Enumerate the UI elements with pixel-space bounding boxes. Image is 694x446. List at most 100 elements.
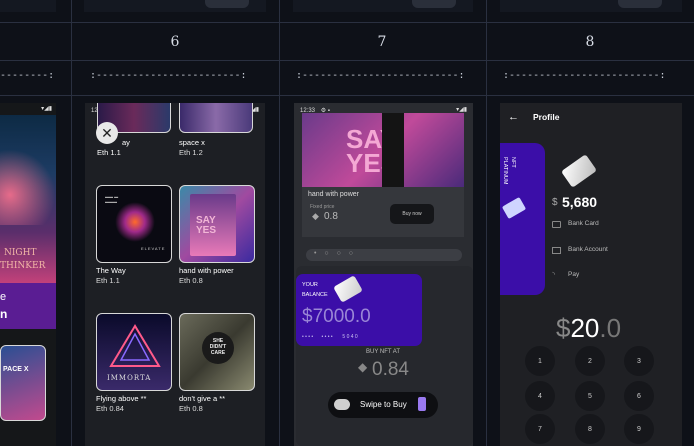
amount-decimal: .0 xyxy=(599,313,622,343)
search-dots: • ○ ○ ○ xyxy=(314,250,356,257)
nft-price: Eth 0.8 xyxy=(179,404,203,413)
menu-label: Bank Card xyxy=(568,220,599,227)
alignment-row: :--------------------------: xyxy=(296,70,465,81)
nft-thumb[interactable] xyxy=(179,103,253,133)
column-divider xyxy=(71,0,72,446)
screen-7: 12:33 ⚙ ▪ ▾◢▮ SAY YES hand with power Fi… xyxy=(294,103,473,446)
back-arrow-icon[interactable]: ← xyxy=(508,111,519,123)
keypad-key[interactable]: 5 xyxy=(575,381,605,411)
status-icons: ⚙ ▪ xyxy=(320,108,330,114)
nft-title: hand with power xyxy=(179,266,234,275)
status-bar: 12:33 ⚙ ▪ ▾◢▮ xyxy=(294,103,473,117)
keypad-key[interactable]: 9 xyxy=(624,414,654,444)
profile-balance: 5,680 xyxy=(562,194,598,210)
alignment-row: --------: xyxy=(0,70,55,81)
swipe-to-buy-button[interactable]: Swipe to Buy xyxy=(328,392,438,418)
banner-text: e xyxy=(0,291,7,303)
fixed-price-label: Fixed price xyxy=(310,204,335,210)
keypad-key[interactable]: 6 xyxy=(624,381,654,411)
keypad-key[interactable]: 2 xyxy=(575,346,605,376)
nav-pill xyxy=(412,0,456,8)
product-price: 0.8 xyxy=(324,211,338,222)
nft-card-hand-with-power[interactable]: SAY YES xyxy=(179,185,255,263)
card-label: NFT xyxy=(510,157,516,168)
nft-title: Eth 1.1 xyxy=(97,148,121,157)
poster-text-2: THINKER xyxy=(0,261,46,271)
amount-display: $20.0 xyxy=(556,313,656,344)
keypad-key[interactable]: 3 xyxy=(624,346,654,376)
column-divider xyxy=(279,0,280,446)
row-divider xyxy=(0,22,694,23)
nft-card-the-way[interactable]: ▬▬ ▬ ▬▬▬ ELEVATE xyxy=(96,185,172,263)
thumb-text: PACE X xyxy=(3,366,29,373)
dollar-sign: $ xyxy=(552,197,558,208)
banner[interactable]: e n xyxy=(0,283,56,329)
art-caption: ELEVATE xyxy=(141,246,166,251)
swipe-label: Swipe to Buy xyxy=(360,400,407,409)
card-number: • • • • • • • • 5 0 4 0 xyxy=(302,334,358,340)
hand-card-icon xyxy=(501,196,527,220)
card-icon xyxy=(552,221,561,228)
screen-6: 12:34 ⚙ ▪ ▾◢▮ ✕ Eth 1.1 space x Eth 1.2 … xyxy=(85,103,265,446)
balance-label: BALANCE xyxy=(302,292,328,298)
screen-5: ▾◢▮ NIGHT THINKER e n PACE X xyxy=(0,103,56,446)
nav-pill xyxy=(618,0,662,8)
nft-card-dont-give[interactable]: SHE DIDN'T CARE xyxy=(179,313,255,391)
profile-card-image xyxy=(560,154,598,188)
art-caption: SHE DIDN'T CARE xyxy=(209,338,227,356)
eth-label-partial: ay xyxy=(122,138,130,147)
card-label: PLATINUM xyxy=(502,157,508,185)
nft-price: Eth 0.84 xyxy=(96,404,124,413)
menu-item-pay[interactable]: ◝ Pay xyxy=(550,270,670,284)
close-button[interactable]: ✕ xyxy=(96,122,118,144)
nft-price: Eth 1.1 xyxy=(96,276,120,285)
banner-text: n xyxy=(0,307,8,321)
eth-icon: ◆ xyxy=(312,211,319,221)
product-title: hand with power xyxy=(308,191,359,198)
nft-title: The Way xyxy=(96,266,126,275)
hand-card-icon xyxy=(333,275,363,303)
status-time: 12:33 xyxy=(300,108,316,114)
status-right-icons: ▾◢▮ xyxy=(456,107,467,113)
menu-item-bank-card[interactable]: Bank Card xyxy=(550,219,670,233)
nft-title: don't give a ** xyxy=(179,394,226,403)
nft-price: Eth 0.8 xyxy=(179,276,203,285)
keypad-key[interactable]: 7 xyxy=(525,414,555,444)
thumbnail-card[interactable]: PACE X xyxy=(0,345,46,421)
nft-card-flying-above[interactable]: IMMORTA xyxy=(96,313,172,391)
nav-pill xyxy=(205,0,249,8)
nft-title: Flying above ** xyxy=(96,394,147,403)
balance-card[interactable]: YOUR BALANCE $7000.0 • • • • • • • • 5 0… xyxy=(296,274,422,346)
phone-icon xyxy=(418,397,426,411)
keypad-key[interactable]: 1 xyxy=(525,346,555,376)
bottom-sheet: YOUR BALANCE $7000.0 • • • • • • • • 5 0… xyxy=(296,266,473,446)
keypad-key[interactable]: 8 xyxy=(575,414,605,444)
poster-text-1: NIGHT xyxy=(4,248,37,258)
close-icon: ✕ xyxy=(101,124,113,141)
row-divider xyxy=(0,60,694,61)
column-divider xyxy=(486,0,487,446)
cloud-icon xyxy=(334,399,350,410)
eth-icon: ◆ xyxy=(358,360,368,374)
art-caption: IMMORTA xyxy=(107,374,152,382)
prev-row-strip xyxy=(0,0,56,12)
search-field[interactable]: • ○ ○ ○ xyxy=(306,249,462,261)
column-number: 6 xyxy=(170,34,180,50)
poster-image: NIGHT THINKER xyxy=(0,115,56,283)
buy-now-button[interactable]: Buy now xyxy=(390,204,434,224)
amount-main: 20 xyxy=(570,313,600,343)
menu-label: Pay xyxy=(568,271,580,278)
rss-icon: ◝ xyxy=(552,270,556,279)
alignment-row: :------------------------: xyxy=(90,70,247,81)
menu-item-bank-account[interactable]: Bank Account xyxy=(550,245,670,259)
balance-amount: $7000.0 xyxy=(302,306,371,327)
page-title: Profile xyxy=(533,112,560,122)
nft-price: Eth 1.2 xyxy=(179,148,203,157)
triangle-art xyxy=(109,324,161,367)
nft-card[interactable]: NFT PLATINUM xyxy=(500,143,545,295)
comparison-table: 6 7 8 --------: :-----------------------… xyxy=(0,0,694,446)
status-icons: ▾◢▮ xyxy=(41,106,52,112)
hero-image: SAY YES xyxy=(302,113,464,187)
keypad-key[interactable]: 4 xyxy=(525,381,555,411)
column-number: 8 xyxy=(585,34,595,50)
